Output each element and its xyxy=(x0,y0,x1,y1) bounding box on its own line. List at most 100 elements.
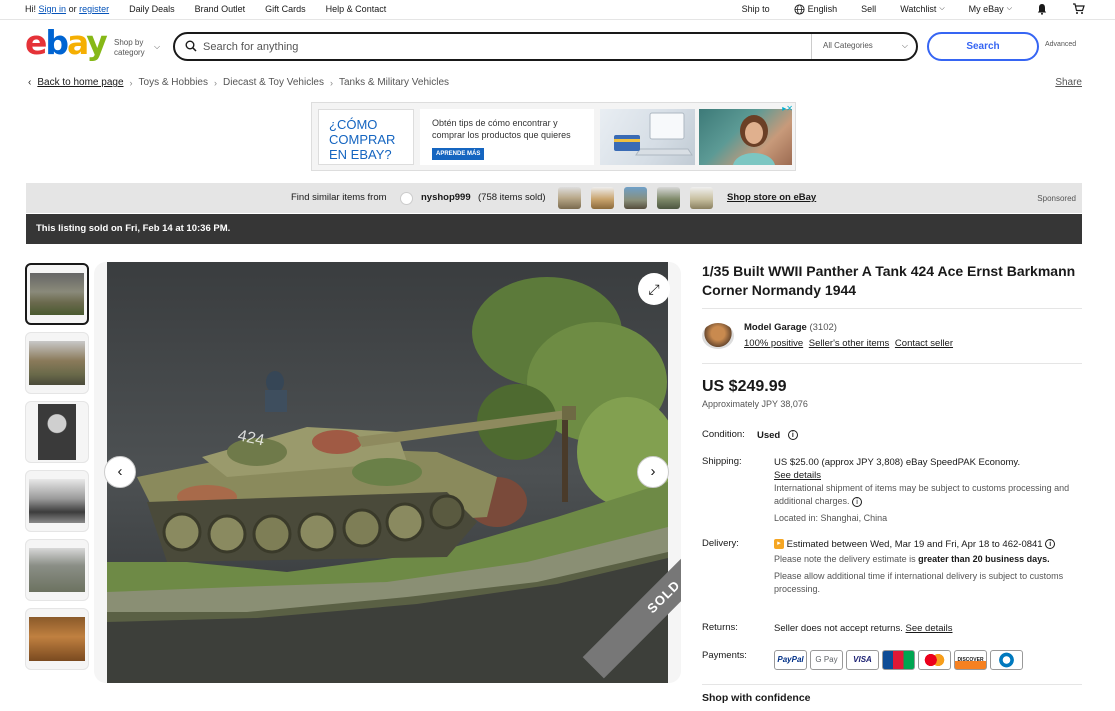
next-image-button[interactable]: › xyxy=(637,456,669,488)
chevron-down-icon: ⌵ xyxy=(901,41,908,50)
ad-text: Obtén tips de cómo encontrar y comprar l… xyxy=(432,118,571,140)
seller-name-line: Model Garage (3102) xyxy=(744,322,837,333)
daily-deals-link[interactable]: Daily Deals xyxy=(129,4,175,14)
previous-image-button[interactable]: ‹ xyxy=(104,456,136,488)
divider xyxy=(702,684,1082,685)
shop-with-confidence-heading: Shop with confidence xyxy=(702,692,811,704)
mastercard-icon xyxy=(918,650,951,670)
advertisement-banner[interactable]: ¿CÓMO COMPRAR EN EBAY? Obtén tips de cóm… xyxy=(311,102,796,171)
sign-in-link[interactable]: Sign in xyxy=(39,4,67,14)
shipping-value: US $25.00 (approx JPY 3,808) eBay SpeedP… xyxy=(774,457,1021,468)
discover-icon: DISCOVER xyxy=(954,650,987,670)
similar-item-thumbnail[interactable] xyxy=(591,187,614,209)
divider xyxy=(702,363,1082,364)
sponsored-label: Sponsored xyxy=(1037,194,1076,203)
condition-row: Condition: Used i xyxy=(702,429,1082,451)
similar-items-label: Find similar items from xyxy=(291,192,387,203)
back-arrow-icon[interactable]: ‹ xyxy=(28,77,31,88)
search-button[interactable]: Search xyxy=(927,32,1039,61)
main-product-image[interactable]: 424 ‹ › ⤢ SOLD xyxy=(94,262,681,683)
sell-link[interactable]: Sell xyxy=(861,4,876,14)
similar-item-thumbnail[interactable] xyxy=(558,187,581,209)
breadcrumb-item[interactable]: Tanks & Military Vehicles xyxy=(339,77,449,88)
gallery-thumbnails xyxy=(25,263,89,677)
shop-by-category-button[interactable]: Shop by category ⌵ xyxy=(114,38,160,58)
notification-bell-icon[interactable] xyxy=(1036,3,1048,15)
language-selector[interactable]: English xyxy=(794,3,837,15)
shipping-see-details-link[interactable]: See details xyxy=(774,469,1074,482)
ad-headline: ¿CÓMO COMPRAR EN EBAY? xyxy=(329,117,396,162)
expand-image-icon[interactable]: ⤢ xyxy=(638,273,670,305)
payments-row: Payments: PayPal G Pay VISA DISCOVER xyxy=(702,650,1082,684)
seller-positive-link[interactable]: 100% positive xyxy=(744,338,803,349)
similar-item-thumbnail[interactable] xyxy=(657,187,680,209)
delivery-row: Delivery: ▸ Estimated between Wed, Mar 1… xyxy=(702,538,1082,622)
shop-store-link[interactable]: Shop store on eBay xyxy=(727,192,816,203)
paypal-icon: PayPal xyxy=(774,650,807,670)
search-input[interactable]: Search for anything xyxy=(203,41,298,53)
ad-headline-panel: ¿CÓMO COMPRAR EN EBAY? xyxy=(318,109,414,165)
share-link[interactable]: Share xyxy=(1055,77,1082,88)
gallery-thumbnail[interactable] xyxy=(25,470,89,532)
listing-details-panel: 1/35 Built WWII Panther A Tank 424 Ace E… xyxy=(702,262,1082,704)
breadcrumb-separator: › xyxy=(329,77,333,88)
payment-methods: PayPal G Pay VISA DISCOVER xyxy=(774,650,1074,670)
gallery-thumbnail[interactable] xyxy=(25,263,89,325)
returns-see-details-link[interactable]: See details xyxy=(906,623,953,634)
jcb-icon xyxy=(882,650,915,670)
seller-feedback-count: (3102) xyxy=(809,322,837,333)
seller-avatar[interactable] xyxy=(702,323,734,349)
watchlist-dropdown[interactable]: Watchlist ⌵ xyxy=(900,4,944,14)
cart-icon[interactable] xyxy=(1072,3,1085,15)
info-icon[interactable]: i xyxy=(787,430,798,441)
shipping-row: Shipping: US $25.00 (approx JPY 3,808) e… xyxy=(702,456,1082,538)
seller-info: Model Garage (3102) 100% positive Seller… xyxy=(702,309,1082,363)
advanced-search-link[interactable]: Advanced xyxy=(1045,41,1076,48)
similar-seller-sold-count: (758 items sold) xyxy=(478,192,546,203)
gallery-thumbnail[interactable] xyxy=(25,539,89,601)
search-bar: Search for anything All Categories ⌵ xyxy=(173,32,918,61)
gallery-thumbnail[interactable] xyxy=(25,608,89,670)
seller-links: 100% positive Seller's other items Conta… xyxy=(744,338,956,349)
ad-laptop-image xyxy=(600,109,695,165)
gift-cards-link[interactable]: Gift Cards xyxy=(265,4,306,14)
my-ebay-dropdown[interactable]: My eBay ⌵ xyxy=(969,4,1012,14)
info-icon[interactable]: i xyxy=(1045,539,1056,550)
info-icon[interactable]: i xyxy=(852,496,863,507)
seller-other-items-link[interactable]: Seller's other items xyxy=(809,338,889,349)
brand-outlet-link[interactable]: Brand Outlet xyxy=(195,4,246,14)
listing-title: 1/35 Built WWII Panther A Tank 424 Ace E… xyxy=(702,263,1076,298)
seller-name[interactable]: Model Garage xyxy=(744,322,807,333)
item-location: Located in: Shanghai, China xyxy=(774,513,888,523)
breadcrumb: ‹ Back to home page › Toys & Hobbies › D… xyxy=(28,77,449,88)
ship-to-button[interactable]: Ship to xyxy=(742,4,770,14)
similar-seller-name[interactable]: nyshop999 xyxy=(421,192,471,203)
top-navigation-bar: Hi! Sign in or register Daily Deals Bran… xyxy=(0,0,1115,20)
google-pay-icon: G Pay xyxy=(810,650,843,670)
delivery-note-2: Please allow additional time if internat… xyxy=(774,571,1064,594)
register-link[interactable]: register xyxy=(79,4,109,14)
ebay-logo[interactable]: ebay xyxy=(25,26,108,59)
chevron-down-icon: ⌵ xyxy=(939,5,945,12)
delivery-note: Please note the delivery estimate is gre… xyxy=(774,554,1050,564)
gallery-thumbnail[interactable] xyxy=(25,401,89,463)
item-price: US $249.99 xyxy=(702,378,787,395)
seller-store-icon xyxy=(400,192,413,205)
help-contact-link[interactable]: Help & Contact xyxy=(326,4,387,14)
globe-icon xyxy=(794,3,805,15)
similar-item-thumbnail[interactable] xyxy=(690,187,713,209)
back-to-home-link[interactable]: Back to home page xyxy=(37,77,123,88)
diners-club-icon xyxy=(990,650,1023,670)
contact-seller-link[interactable]: Contact seller xyxy=(895,338,953,349)
similar-item-thumbnail[interactable] xyxy=(624,187,647,209)
breadcrumb-item[interactable]: Toys & Hobbies xyxy=(139,77,208,88)
breadcrumb-item[interactable]: Diecast & Toy Vehicles xyxy=(223,77,324,88)
breadcrumb-separator: › xyxy=(129,77,133,88)
ad-close-icon[interactable]: ▸✕ xyxy=(782,104,793,113)
condition-value: Used xyxy=(757,430,781,441)
sold-notice-banner: This listing sold on Fri, Feb 14 at 10:3… xyxy=(26,214,1082,244)
similar-items-thumbnails xyxy=(558,187,713,209)
ad-cta-button[interactable]: APRENDE MÁS xyxy=(432,148,485,160)
gallery-thumbnail[interactable] xyxy=(25,332,89,394)
category-select[interactable]: All Categories ⌵ xyxy=(811,34,916,59)
